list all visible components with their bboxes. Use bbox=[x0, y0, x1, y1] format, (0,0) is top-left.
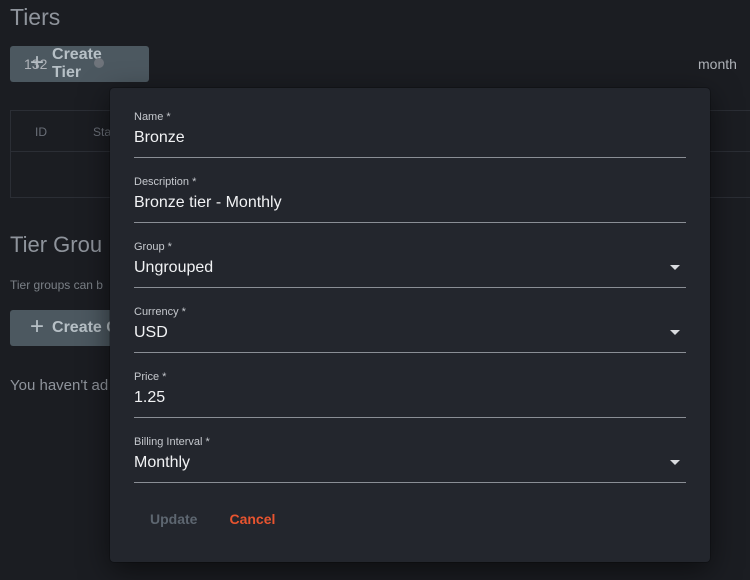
edit-tier-dialog: Name * Bronze Description * Bronze tier … bbox=[110, 88, 710, 562]
tier-interval-cell: month bbox=[698, 56, 737, 72]
tier-groups-title: Tier Grou bbox=[10, 232, 103, 257]
empty-groups-note: You haven't ad bbox=[10, 377, 109, 394]
price-input[interactable]: 1.25 bbox=[134, 389, 165, 407]
price-label: Price * bbox=[134, 371, 167, 383]
caret-down-icon[interactable] bbox=[670, 330, 680, 335]
dialog-actions: Update Cancel bbox=[134, 506, 291, 532]
description-input[interactable]: Bronze tier - Monthly bbox=[134, 194, 282, 212]
group-label: Group * bbox=[134, 241, 172, 253]
billing-interval-label: Billing Interval * bbox=[134, 436, 210, 448]
billing-interval-select[interactable]: Billing Interval * Monthly bbox=[134, 436, 686, 483]
description-label: Description * bbox=[134, 176, 197, 188]
status-dot-icon bbox=[94, 58, 104, 68]
group-select[interactable]: Group * Ungrouped bbox=[134, 241, 686, 288]
currency-label: Currency * bbox=[134, 306, 186, 318]
price-field[interactable]: Price * 1.25 bbox=[134, 371, 686, 418]
cancel-button[interactable]: Cancel bbox=[213, 507, 291, 531]
tier-id-cell: 132 bbox=[24, 56, 48, 72]
name-field[interactable]: Name * Bronze bbox=[134, 111, 686, 158]
create-group-label: Create G bbox=[52, 319, 119, 336]
name-input[interactable]: Bronze bbox=[134, 129, 185, 147]
billing-interval-selected-value: Monthly bbox=[134, 454, 191, 471]
page-title: Tiers bbox=[10, 4, 61, 30]
create-tier-label: Create Tier bbox=[52, 46, 102, 81]
currency-select[interactable]: Currency * USD bbox=[134, 306, 686, 353]
name-label: Name * bbox=[134, 111, 171, 123]
plus-icon: + bbox=[30, 313, 45, 340]
description-field[interactable]: Description * Bronze tier - Monthly bbox=[134, 176, 686, 223]
update-button[interactable]: Update bbox=[134, 507, 213, 531]
group-selected-value: Ungrouped bbox=[134, 259, 214, 276]
caret-down-icon[interactable] bbox=[670, 265, 680, 270]
caret-down-icon[interactable] bbox=[670, 460, 680, 465]
tier-groups-help: Tier groups can b bbox=[10, 278, 103, 292]
currency-selected-value: USD bbox=[134, 324, 168, 341]
column-header-id: ID bbox=[35, 125, 47, 139]
column-header-status: Sta bbox=[93, 125, 112, 139]
